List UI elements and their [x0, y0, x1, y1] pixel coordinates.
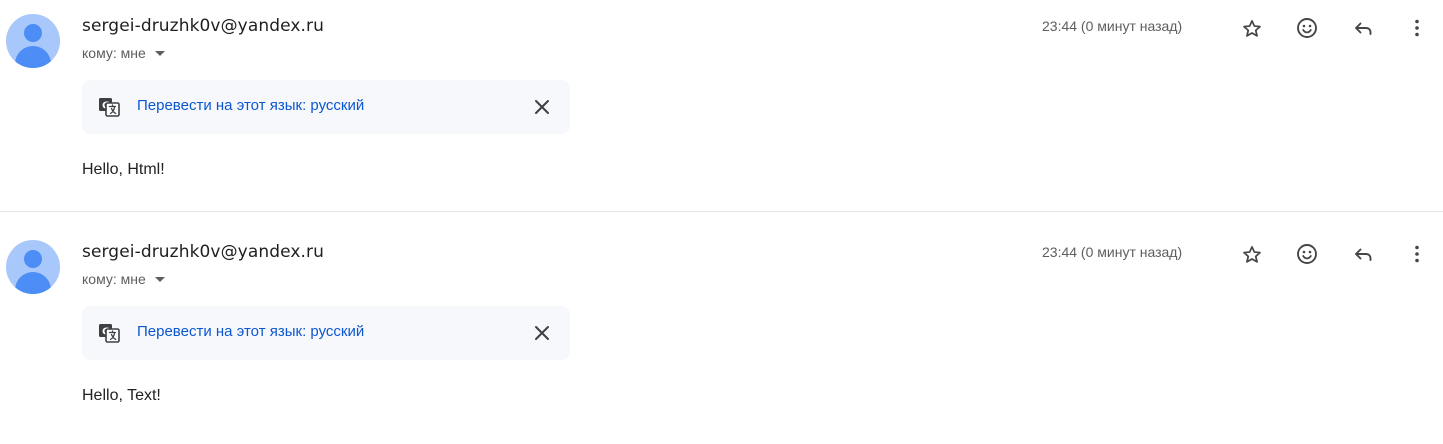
recipient-toggle[interactable]: кому: мне [82, 271, 165, 287]
translate-bar: G Перевести на этот язык: русский [82, 80, 570, 134]
more-vert-icon[interactable] [1405, 16, 1429, 40]
reply-icon[interactable] [1351, 16, 1375, 40]
message-timestamp: 23:44 (0 минут назад) [1042, 18, 1183, 34]
avatar-head [24, 250, 42, 268]
message-body: Hello, Text! [82, 387, 161, 404]
reply-icon[interactable] [1351, 242, 1375, 266]
email-message: sergei-druzhk0v@yandex.ru кому: мне 23:4… [0, 226, 1443, 438]
caret-down-icon[interactable] [154, 51, 165, 56]
recipient-label: кому: мне [82, 271, 146, 287]
recipient-toggle[interactable]: кому: мне [82, 45, 165, 61]
sender-email[interactable]: sergei-druzhk0v@yandex.ru [82, 242, 324, 262]
avatar-head [24, 24, 42, 42]
emoji-reaction-icon[interactable] [1295, 16, 1319, 40]
translate-link[interactable]: Перевести на этот язык: русский [137, 97, 364, 114]
avatar-icon[interactable] [6, 240, 60, 294]
avatar-icon[interactable] [6, 14, 60, 68]
message-body: Hello, Html! [82, 161, 165, 178]
translate-link[interactable]: Перевести на этот язык: русский [137, 323, 364, 340]
avatar-body [15, 46, 51, 68]
emoji-reaction-icon[interactable] [1295, 242, 1319, 266]
message-timestamp: 23:44 (0 минут назад) [1042, 244, 1183, 260]
recipient-label: кому: мне [82, 45, 146, 61]
translate-icon: G [97, 321, 121, 345]
star-icon[interactable] [1240, 17, 1264, 41]
caret-down-icon[interactable] [154, 277, 165, 282]
close-icon[interactable] [530, 321, 554, 345]
email-message: sergei-druzhk0v@yandex.ru кому: мне 23:4… [0, 0, 1443, 212]
more-vert-icon[interactable] [1405, 242, 1429, 266]
translate-icon: G [97, 95, 121, 119]
sender-email[interactable]: sergei-druzhk0v@yandex.ru [82, 16, 324, 36]
message-divider [0, 211, 1443, 212]
translate-bar: G Перевести на этот язык: русский [82, 306, 570, 360]
star-icon[interactable] [1240, 243, 1264, 267]
close-icon[interactable] [530, 95, 554, 119]
avatar-body [15, 272, 51, 294]
